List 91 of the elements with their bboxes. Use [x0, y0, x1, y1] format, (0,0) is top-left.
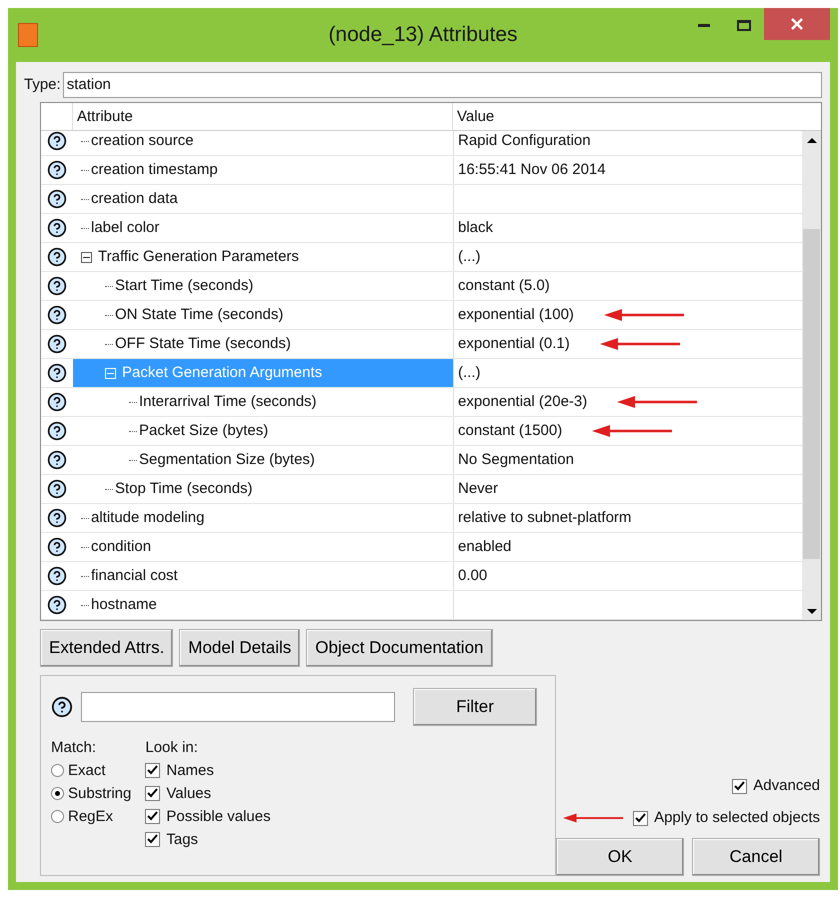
help-icon[interactable] [47, 160, 67, 180]
tree-item[interactable]: condition [73, 533, 453, 561]
help-icon[interactable] [47, 392, 67, 412]
checkbox-label: Possible values [166, 807, 271, 827]
checkbox[interactable] [145, 786, 160, 801]
match-label: Match: [51, 738, 98, 758]
scrollbar[interactable] [802, 131, 821, 620]
filter-field[interactable] [81, 692, 395, 722]
radio-button[interactable] [51, 764, 64, 777]
tree-item[interactable]: label color [73, 214, 453, 242]
value-cell-text: relative to subnet-platform [458, 508, 632, 528]
value-cell-text: black [458, 218, 494, 238]
action-button[interactable]: Object Documentation [306, 629, 492, 667]
value-cell-text: Rapid Configuration [458, 131, 591, 151]
value-cell-text: Never [458, 478, 498, 499]
close-icon [791, 18, 803, 30]
action-button[interactable]: Extended Attrs. [40, 629, 174, 667]
help-icon[interactable] [47, 566, 67, 586]
tree-item[interactable]: Start Time (seconds) [73, 272, 453, 300]
checkbox[interactable] [145, 763, 160, 778]
tree-item[interactable]: Packet Size (bytes) [73, 417, 453, 445]
cancel-button[interactable]: Cancel [692, 838, 820, 876]
help-icon[interactable] [47, 508, 67, 528]
tree-item[interactable]: Stop Time (seconds) [73, 475, 453, 503]
value-cell-text: 16:55:41 Nov 06 2014 [458, 160, 606, 180]
tree-item[interactable]: creation data [73, 185, 453, 213]
tree-item[interactable]: altitude modeling [73, 504, 453, 532]
value-cell-text: No Segmentation [458, 450, 574, 470]
checkbox-label: Apply to selected objects [654, 808, 820, 828]
help-icon[interactable] [51, 696, 73, 718]
checkbox[interactable] [633, 810, 648, 826]
help-icon[interactable] [47, 247, 67, 267]
help-icon[interactable] [47, 334, 67, 354]
help-icon[interactable] [47, 305, 67, 325]
checkbox-label: Names [166, 761, 214, 781]
radio-button[interactable] [51, 810, 64, 823]
ok-button[interactable]: OK [556, 838, 684, 876]
help-icon[interactable] [47, 450, 67, 470]
checkbox-label: Tags [166, 830, 198, 850]
value-cell-text: exponential (20e-3) [458, 392, 588, 412]
type-field[interactable]: station [62, 72, 822, 98]
value-cell-text: constant (1500) [458, 420, 562, 441]
tree-item[interactable]: financial cost [73, 562, 453, 590]
collapse-icon[interactable] [81, 252, 92, 262]
arrow-icon [600, 338, 680, 350]
help-icon[interactable] [47, 537, 67, 557]
type-label: Type: [24, 74, 61, 95]
filter-button[interactable]: Filter [413, 688, 537, 726]
value-cell-text: 0.00 [458, 566, 488, 586]
arrow-icon [604, 309, 684, 321]
arrow-icon [592, 425, 672, 437]
column-header[interactable]: Value [453, 103, 821, 130]
checkbox-label: Advanced [753, 776, 820, 796]
help-icon[interactable] [47, 189, 67, 209]
help-icon[interactable] [47, 595, 67, 615]
checkbox[interactable] [145, 809, 160, 824]
app-icon [18, 23, 38, 47]
radio-label: Exact [68, 761, 106, 781]
tree-item[interactable]: Interarrival Time (seconds) [73, 388, 453, 416]
help-icon[interactable] [47, 218, 67, 238]
checkbox[interactable] [145, 832, 160, 847]
value-cell-text: exponential (0.1) [458, 334, 570, 354]
checkbox[interactable] [732, 778, 748, 794]
action-button[interactable]: Model Details [179, 629, 300, 667]
tree-item[interactable]: Traffic Generation Parameters [73, 243, 453, 271]
arrow-icon [617, 396, 698, 408]
tree-item[interactable]: creation timestamp [73, 156, 453, 184]
help-icon[interactable] [47, 131, 67, 151]
column-header[interactable]: Attribute [73, 103, 453, 130]
value-cell-text: enabled [458, 536, 512, 557]
value-cell-text: exponential (100) [458, 304, 574, 325]
look-in-label: Look in: [145, 738, 199, 758]
radio-button[interactable] [51, 787, 64, 800]
tree-item[interactable]: hostname [73, 591, 453, 619]
help-icon[interactable] [47, 276, 67, 296]
radio-label: Substring [68, 784, 132, 804]
help-icon[interactable] [47, 479, 67, 499]
checkbox-label: Values [166, 784, 212, 804]
help-icon[interactable] [47, 363, 67, 383]
help-icon[interactable] [47, 421, 67, 441]
window-title: (node_13) Attributes [327, 22, 519, 48]
tree-item[interactable]: Segmentation Size (bytes) [73, 446, 453, 474]
value-cell-text: (...) [458, 246, 480, 267]
tree-item[interactable]: OFF State Time (seconds) [73, 330, 453, 358]
tree-item[interactable]: ON State Time (seconds) [73, 301, 453, 329]
radio-label: RegEx [68, 807, 114, 827]
arrow-icon [563, 812, 624, 824]
value-cell-text: constant (5.0) [458, 276, 550, 296]
close-button[interactable] [764, 8, 830, 40]
tree-item[interactable]: creation source [73, 131, 453, 155]
value-cell-text: (...) [458, 362, 480, 383]
